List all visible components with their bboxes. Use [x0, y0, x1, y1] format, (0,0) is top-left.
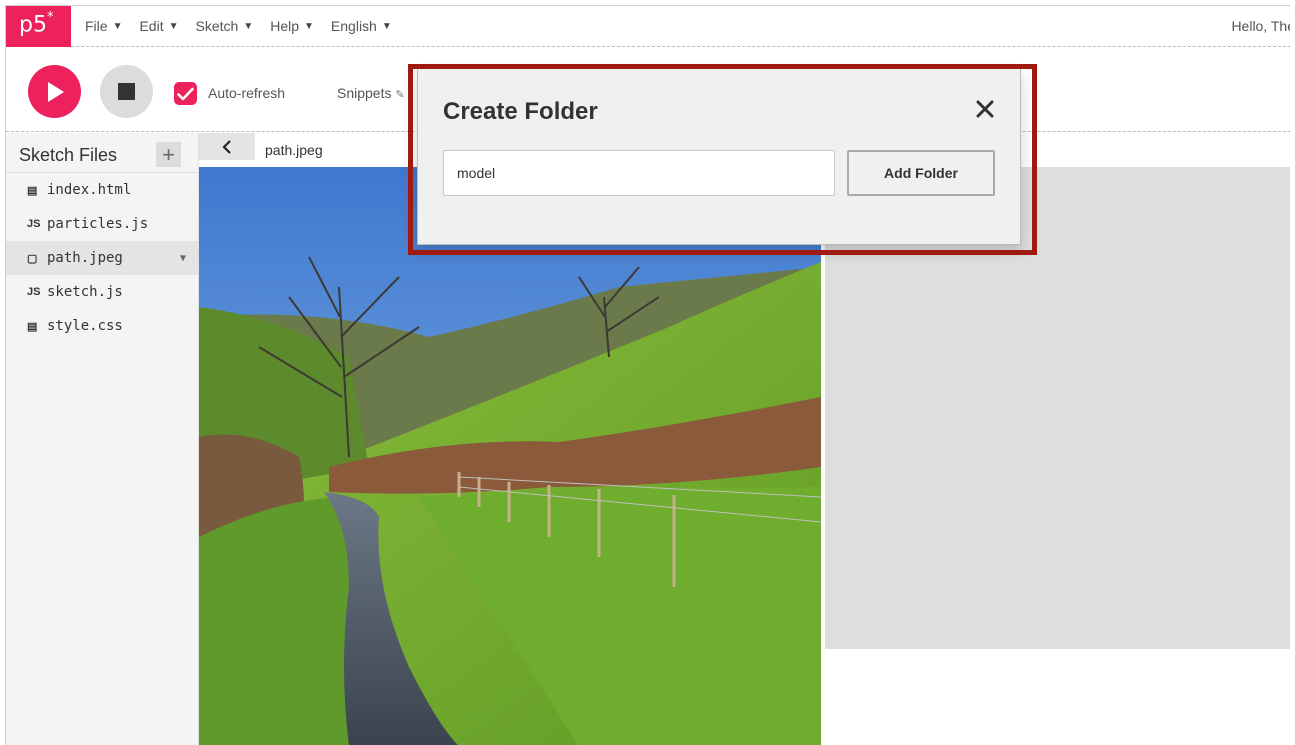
logo-asterisk: * — [46, 10, 54, 25]
add-file-button[interactable]: + — [156, 142, 181, 167]
file-icon: ▢ — [27, 252, 38, 265]
file-item-style-css[interactable]: ▤ style.css — [6, 309, 198, 343]
main-menu: File ▼ Edit ▼ Sketch ▼ Help ▼ English ▼ — [85, 18, 409, 34]
menu-sketch[interactable]: Sketch ▼ — [196, 18, 254, 34]
chevron-left-icon — [222, 139, 231, 154]
menu-label: Sketch — [195, 18, 239, 34]
sidebar-header: Sketch Files + — [6, 133, 198, 173]
collapse-sidebar-button[interactable] — [199, 133, 255, 160]
add-folder-button[interactable]: Add Folder — [847, 150, 995, 196]
close-button[interactable] — [973, 97, 997, 121]
triangle-down-icon: ▼ — [168, 20, 179, 32]
menu-label: English — [330, 18, 377, 34]
js-icon: JS — [27, 218, 41, 230]
folder-name-input[interactable] — [443, 150, 835, 196]
css-icon: ▤ — [27, 320, 38, 333]
file-options-icon[interactable]: ▼ — [180, 253, 186, 264]
top-nav: p5* File ▼ Edit ▼ Sketch ▼ Help ▼ English ▼ H… — [6, 6, 1290, 47]
file-item-particles-js[interactable]: JS particles.js — [6, 207, 198, 241]
snippets-button[interactable]: Snippets ✎ — [337, 85, 405, 101]
create-folder-modal: Create Folder Add Folder — [417, 68, 1021, 245]
file-name: style.css — [47, 318, 123, 334]
file-item-index-html[interactable]: ▤ index.html — [6, 173, 198, 207]
p5-logo[interactable]: p5* — [6, 6, 71, 47]
file-name: particles.js — [47, 216, 149, 232]
plus-icon: + — [162, 141, 175, 167]
triangle-down-icon: ▼ — [304, 20, 314, 32]
file-item-path-jpeg[interactable]: ▢ path.jpeg ▼ — [6, 241, 198, 275]
menu-label: Help — [270, 18, 300, 34]
image-preview — [199, 167, 821, 745]
pencil-icon: ✎ — [395, 89, 405, 101]
auto-refresh-checkbox[interactable] — [174, 82, 197, 105]
open-file-name: path.jpeg — [265, 142, 323, 158]
play-icon — [47, 81, 64, 102]
triangle-down-icon: ▼ — [381, 20, 392, 32]
html-icon: ▤ — [27, 184, 38, 197]
menu-edit[interactable]: Edit ▼ — [139, 18, 178, 34]
menu-label: File — [85, 18, 108, 34]
stop-icon — [118, 83, 135, 100]
file-item-sketch-js[interactable]: JS sketch.js — [6, 275, 198, 309]
modal-title: Create Folder — [443, 98, 598, 125]
file-name: sketch.js — [47, 284, 123, 300]
close-icon — [976, 100, 994, 118]
logo-text: p5 — [19, 12, 47, 38]
auto-refresh-label: Auto-refresh — [208, 85, 286, 101]
menu-file[interactable]: File ▼ — [85, 18, 122, 34]
menu-help[interactable]: Help ▼ — [270, 18, 314, 34]
triangle-down-icon: ▼ — [112, 20, 123, 32]
sidebar: Sketch Files + ▤ index.html JS particles… — [6, 133, 199, 745]
play-button[interactable] — [28, 65, 81, 118]
sidebar-title: Sketch Files — [19, 145, 118, 165]
js-icon: JS — [27, 286, 41, 298]
checkmark-icon — [177, 87, 194, 100]
triangle-down-icon: ▼ — [243, 20, 254, 32]
menu-language[interactable]: English ▼ — [331, 18, 392, 34]
menu-label: Edit — [139, 18, 164, 34]
user-greeting[interactable]: Hello, The — [1231, 18, 1290, 34]
file-name: path.jpeg — [47, 250, 123, 266]
snippets-label: Snippets — [337, 85, 392, 101]
stop-button[interactable] — [100, 65, 153, 118]
file-name: index.html — [47, 182, 132, 198]
